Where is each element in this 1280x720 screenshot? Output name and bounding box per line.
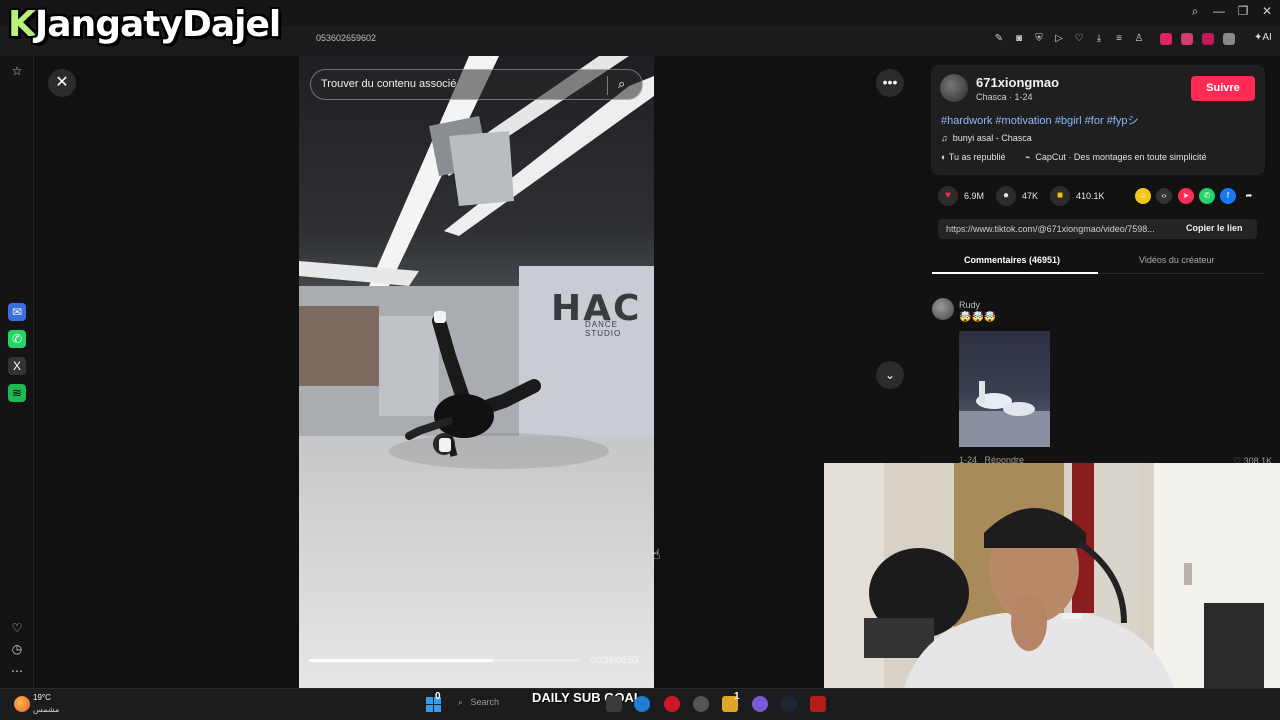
weather-temp: 19°C: [33, 693, 51, 702]
edit-icon[interactable]: ✎: [992, 32, 1006, 46]
embed-icon[interactable]: ‹›: [1156, 188, 1172, 204]
stream-overlay-title: KJangatyDajel: [8, 4, 281, 45]
tab-comments[interactable]: Commentaires (46951): [964, 255, 1060, 265]
capcut-row[interactable]: ⌁ CapCut · Des montages en toute simplic…: [1025, 152, 1207, 163]
video-time: 00:36/00:53: [591, 655, 639, 665]
file-explorer-icon[interactable]: [606, 696, 622, 712]
heart-icon[interactable]: ♡: [1072, 32, 1086, 46]
camera-icon[interactable]: ◙: [1012, 32, 1026, 46]
dancer-figure: [389, 311, 609, 469]
video-progress-bar[interactable]: [309, 659, 579, 662]
repost-label: Tu as republié: [948, 152, 1006, 162]
maximize-icon[interactable]: ❐: [1234, 4, 1252, 18]
shield-icon[interactable]: ⛨: [1032, 32, 1046, 46]
folder-badge: 1: [734, 691, 740, 702]
search-placeholder: Trouver du contenu associé: [321, 78, 457, 90]
comment-author[interactable]: Rudy: [959, 300, 980, 310]
link-box: https://www.tiktok.com/@671xiongmao/vide…: [938, 219, 1257, 239]
related-search-input[interactable]: Trouver du contenu associé ⌕: [310, 69, 643, 100]
panel-tabs: Commentaires (46951) Vidéos du créateur: [932, 250, 1265, 274]
daily-sub-goal-overlay: DAILY SUB GOAL: [532, 690, 642, 705]
comment-button[interactable]: ● 47K: [996, 186, 1038, 206]
browser-tool-icons: ✎ ◙ ⛨ ▷ ♡ ⤓ ≡ ♙: [992, 32, 1146, 46]
menu-icon[interactable]: ≡: [1112, 32, 1126, 46]
search-divider: [607, 76, 608, 95]
download-icon[interactable]: ⤓: [1092, 32, 1106, 46]
comment-count: 47K: [1022, 191, 1039, 201]
close-video-button[interactable]: ✕: [48, 69, 76, 97]
heart-icon: ♥: [938, 186, 958, 206]
close-window-icon[interactable]: ✕: [1258, 4, 1276, 18]
save-count: 410.1K: [1076, 191, 1105, 201]
address-bar-text[interactable]: 053602659602: [316, 33, 376, 43]
repost-row: ◐ Tu as republié: [941, 152, 1006, 162]
stream-overlay-title-rest: JangatyDajel: [34, 4, 281, 45]
tab-creator-videos[interactable]: Vidéos du créateur: [1139, 255, 1214, 265]
opera-icon[interactable]: [664, 696, 680, 712]
copy-link-button[interactable]: Copier le lien: [1186, 223, 1243, 233]
mouse-cursor-icon: ☝: [652, 546, 661, 562]
taskbar-search-label: Search: [470, 697, 500, 707]
webcam-overlay: [824, 463, 1280, 688]
send-icon[interactable]: ➤: [1178, 188, 1194, 204]
ai-button[interactable]: ✦AI: [1254, 32, 1272, 43]
webcam-scene: [824, 463, 1280, 688]
more-icon[interactable]: ⋯: [8, 662, 26, 680]
history-icon[interactable]: ◷: [8, 640, 26, 658]
next-video-button[interactable]: ⌄: [876, 361, 904, 389]
video-link[interactable]: https://www.tiktok.com/@671xiongmao/vide…: [946, 224, 1174, 234]
spotify-icon[interactable]: ≋: [8, 384, 26, 402]
extension-icon[interactable]: [1160, 33, 1172, 45]
extension-icon[interactable]: [1223, 33, 1235, 45]
comment-avatar[interactable]: [932, 298, 954, 320]
extension-icon[interactable]: [1181, 33, 1193, 45]
user-icon[interactable]: ♙: [1132, 32, 1146, 46]
share-arrow-icon[interactable]: ➦: [1241, 188, 1257, 204]
search-icon[interactable]: ⌕: [618, 76, 625, 92]
more-options-button[interactable]: •••: [876, 69, 904, 97]
play-icon[interactable]: ▷: [1052, 32, 1066, 46]
music-row[interactable]: ♫ bunyi asal - Chasca: [941, 133, 1032, 143]
follow-button[interactable]: Suivre: [1191, 76, 1255, 101]
heart-icon[interactable]: ♡: [8, 619, 26, 637]
avatar[interactable]: [940, 74, 968, 102]
username[interactable]: 671xiongmao: [976, 75, 1059, 90]
comment-icon: ●: [996, 186, 1016, 206]
app-icon[interactable]: [693, 696, 709, 712]
notification-count: 0: [435, 691, 441, 702]
bookmark-icon: ■: [1050, 186, 1070, 206]
app-icon[interactable]: [752, 696, 768, 712]
whatsapp-icon[interactable]: ✆: [1199, 188, 1215, 204]
user-subline: Chasca · 1-24: [976, 92, 1033, 102]
minimize-icon[interactable]: —: [1210, 4, 1228, 18]
active-tab-indicator: [932, 272, 1098, 274]
extension-icon[interactable]: [1202, 33, 1214, 45]
star-icon[interactable]: ☆: [8, 62, 26, 80]
music-title: bunyi asal - Chasca: [952, 133, 1032, 143]
comment-text: 🤯🤯🤯: [959, 312, 997, 323]
capcut-label: CapCut · Des montages en toute simplicit…: [1035, 152, 1207, 162]
facebook-icon[interactable]: f: [1220, 188, 1236, 204]
like-button[interactable]: ♥ 6.9M: [938, 186, 984, 206]
weather-icon[interactable]: [14, 696, 30, 712]
comment-image[interactable]: [959, 331, 1050, 447]
messenger-icon[interactable]: ✉: [8, 303, 26, 321]
search-icon[interactable]: ⌕: [1186, 4, 1204, 19]
weather-status: مشمس: [33, 705, 60, 714]
edge-icon[interactable]: [634, 696, 650, 712]
steam-icon[interactable]: [781, 696, 797, 712]
like-count: 6.9M: [964, 191, 985, 201]
x-icon[interactable]: X: [8, 357, 26, 375]
comment-image-scene: [959, 381, 1050, 447]
taskbar-search[interactable]: ⌕ Search: [458, 697, 499, 708]
whatsapp-icon[interactable]: ✆: [8, 330, 26, 348]
video-player[interactable]: HAC DANCE STUDIO: [299, 56, 654, 688]
app-icon[interactable]: [810, 696, 826, 712]
save-button[interactable]: ■ 410.1K: [1050, 186, 1105, 206]
video-progress-fill: [309, 659, 493, 662]
browser-sidebar: ☆ ✉ ✆ X ≋ ♡ ◷ ⋯: [0, 56, 34, 688]
hashtags[interactable]: #hardwork #motivation #bgirl #for #fypシ: [941, 112, 1138, 128]
emoji-share-icon[interactable]: ☺: [1135, 188, 1151, 204]
